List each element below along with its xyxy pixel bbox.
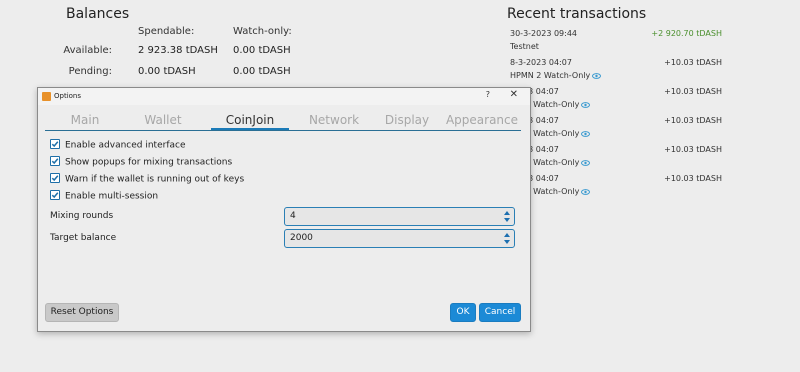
eye-icon [581,101,591,108]
checkbox-warn-keys[interactable]: Warn if the wallet is running out of key… [50,173,245,185]
transaction-amount: +10.03 tDASH [664,87,722,96]
transaction-amount: +10.03 tDASH [664,58,722,67]
checkbox-label: Show popups for mixing transactions [65,157,233,168]
checkbox-multi-session[interactable]: Enable multi-session [50,190,159,202]
transaction-label: Testnet [510,42,539,51]
dialog-titlebar[interactable]: Options ? ✕ [38,88,530,105]
transaction-date: 8-3-2023 04:07 [510,58,572,67]
transaction-date: 30-3-2023 09:44 [510,29,577,38]
pending-label: Pending: [68,66,112,77]
tab-wallet[interactable]: Wallet [137,113,189,127]
pending-spendable: 0.00 tDASH [138,66,196,77]
checkmark-icon [51,175,59,182]
tab-network[interactable]: Network [299,113,369,127]
eye-icon [581,130,591,137]
tab-main[interactable]: Main [59,113,111,127]
transaction-label: HPMN 2 Watch-Only [510,71,591,80]
spendable-header: Spendable: [138,26,195,37]
eye-icon [581,159,591,166]
checkmark-icon [51,158,59,165]
transaction-amount: +10.03 tDASH [664,145,722,154]
checkmark-icon [51,141,59,148]
tab-appearance[interactable]: Appearance [443,113,521,127]
recent-transactions-title: Recent transactions [507,6,647,22]
checkmark-icon [51,192,59,199]
app-icon [42,92,51,101]
target-balance-label: Target balance [50,233,117,243]
checkbox[interactable] [50,139,60,149]
spin-arrows-icon[interactable] [503,231,511,246]
transaction-amount: +2 920.70 tDASH [651,29,722,38]
available-spendable: 2 923.38 tDASH [138,45,218,56]
checkbox-label: Enable multi-session [65,191,159,202]
transaction-amount: +10.03 tDASH [664,116,722,125]
target-balance-spinbox[interactable]: 2000 [284,229,515,248]
transaction-item[interactable]: -2023 04:07 +10.03 tDASH MN 2 Watch-Only [510,174,722,214]
tab-coinjoin[interactable]: CoinJoin [211,113,289,127]
cancel-button[interactable]: Cancel [479,303,521,322]
options-tabs: Main Wallet CoinJoin Network Display App… [45,112,521,131]
dialog-title: Options [54,92,82,100]
options-dialog: Options ? ✕ Main Wallet CoinJoin Network… [37,87,531,332]
mixing-rounds-label: Mixing rounds [50,211,114,221]
reset-options-button[interactable]: Reset Options [45,303,119,322]
eye-icon [592,72,602,79]
checkbox[interactable] [50,156,60,166]
checkbox[interactable] [50,190,60,200]
pending-watch-only: 0.00 tDASH [233,66,291,77]
watch-only-header: Watch-only: [233,26,292,37]
ok-button[interactable]: OK [450,303,476,322]
transaction-amount: +10.03 tDASH [664,174,722,183]
checkbox-label: Warn if the wallet is running out of key… [65,174,245,185]
close-icon[interactable]: ✕ [510,89,518,100]
checkbox-advanced-interface[interactable]: Enable advanced interface [50,139,186,151]
checkbox-label: Enable advanced interface [65,140,186,151]
checkbox[interactable] [50,173,60,183]
mixing-rounds-value: 4 [290,211,296,221]
active-tab-indicator [211,128,289,130]
spin-arrows-icon[interactable] [503,209,511,224]
checkbox-show-popups[interactable]: Show popups for mixing transactions [50,156,233,168]
balances-title: Balances [66,6,130,22]
tab-display[interactable]: Display [379,113,435,127]
mixing-rounds-spinbox[interactable]: 4 [284,207,515,226]
target-balance-value: 2000 [290,233,313,243]
help-button[interactable]: ? [486,90,490,99]
available-label: Available: [63,45,112,56]
available-watch-only: 0.00 tDASH [233,45,291,56]
eye-icon [581,188,591,195]
